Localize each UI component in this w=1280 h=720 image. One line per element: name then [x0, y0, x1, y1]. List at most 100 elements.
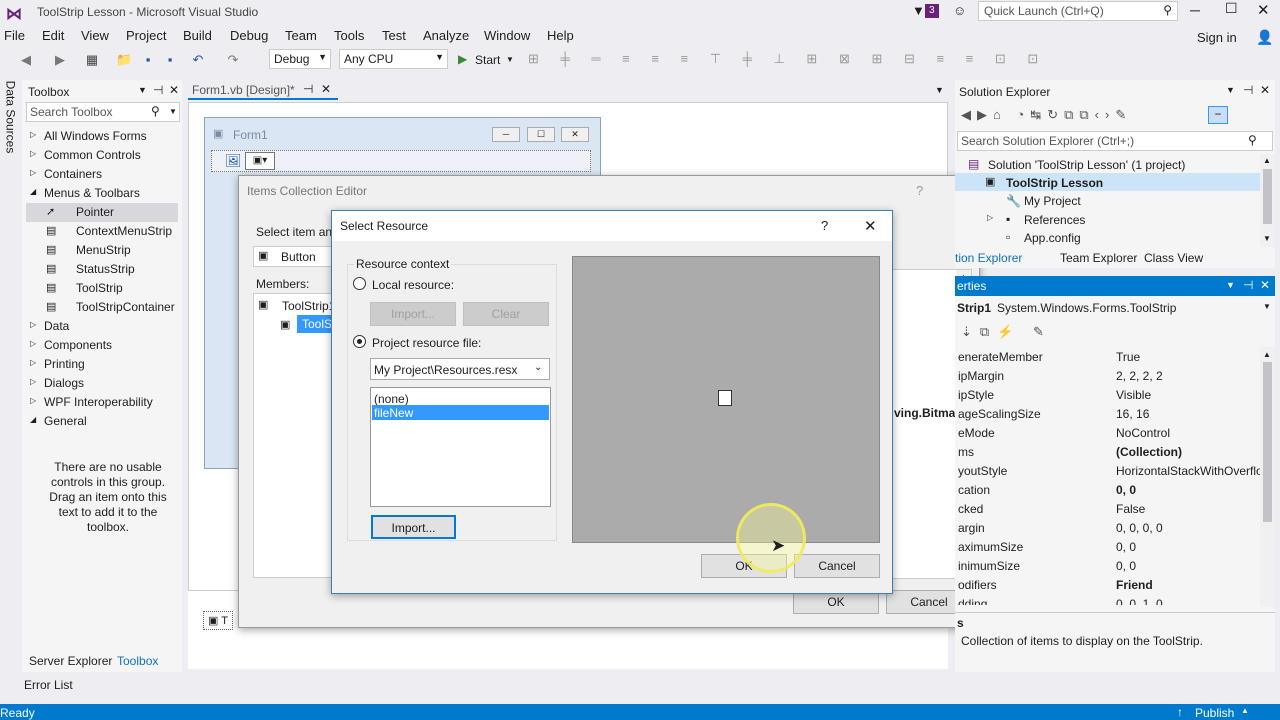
pin-icon[interactable]: ⊣ [1243, 278, 1253, 292]
notification-badge[interactable]: 3 [925, 4, 939, 18]
chevron-down-icon[interactable]: ▼ [1263, 302, 1271, 311]
toolbox-item-pointer[interactable]: ➚ Pointer [26, 203, 178, 222]
quick-launch-input[interactable]: Quick Launch (Ctrl+Q) ⚲ [978, 1, 1178, 21]
resx-dropdown[interactable]: My Project\Resources.resx ⌄ [370, 358, 550, 380]
filter-icon[interactable]: ▼ [912, 3, 925, 18]
save-all-icon[interactable]: ▪ [162, 52, 178, 68]
sr-help-button[interactable]: ? [821, 218, 828, 233]
toolbox-item-menus-toolbars[interactable]: ◢ Menus & Toolbars [26, 184, 178, 203]
ice-help-button[interactable]: ? [916, 183, 923, 198]
form-toolstrip[interactable]: 🖼 ▣▾ [211, 150, 591, 172]
project-node-row[interactable]: ▣ ToolStrip Lesson [955, 173, 1260, 191]
toolstrip-image-icon[interactable]: 🖼 [225, 153, 242, 169]
save-icon[interactable]: ▪ [140, 52, 156, 68]
toolbox-item-data[interactable]: ▷ Data [26, 317, 178, 336]
toolbox-item-general[interactable]: ◢ General [26, 412, 178, 431]
toolbox-item-statusstrip[interactable]: ▤ StatusStrip [26, 260, 178, 279]
chevron-down-icon[interactable]: ▼ [506, 55, 514, 64]
chevron-down-icon[interactable]: ▼ [935, 85, 944, 95]
chevron-down-icon[interactable]: ▼ [1226, 85, 1235, 95]
error-list-tab[interactable]: Error List [24, 678, 73, 692]
references-node[interactable]: References [1024, 213, 1085, 227]
solution-node[interactable]: Solution 'ToolStrip Lesson' (1 project) [988, 158, 1185, 172]
toolbox-item-toolstrip[interactable]: ▤ ToolStrip [26, 279, 178, 298]
toolbox-item-contextmenustrip[interactable]: ▤ ContextMenuStrip [26, 222, 178, 241]
toolbox-item-printing[interactable]: ▷ Printing [26, 355, 178, 374]
config-dropdown[interactable]: Debug ▼ [269, 49, 331, 69]
property-row[interactable]: youtStyle HorizontalStackWithOverflo [958, 461, 1264, 480]
scroll-thumb[interactable] [1263, 362, 1272, 522]
close-icon[interactable]: ✕ [1260, 83, 1270, 97]
toolbox-item-toolstripcontainer[interactable]: ▤ ToolStripContainer [26, 298, 178, 317]
solution-toolbar-icons[interactable]: ◀▶⌂ ◔↹↻⧉⧉‹›✎ [961, 107, 1132, 123]
property-value[interactable]: 16, 16 [1116, 407, 1260, 421]
chevron-up-icon[interactable]: ▲ [1241, 706, 1249, 715]
close-icon[interactable]: ✕ [169, 83, 179, 97]
pin-icon[interactable]: ⊣ [1243, 83, 1253, 97]
menu-debug[interactable]: Debug [230, 28, 268, 43]
menu-project[interactable]: Project [126, 28, 166, 43]
property-row[interactable]: ms (Collection) [958, 442, 1264, 461]
project-resource-radio[interactable] [353, 335, 366, 348]
menu-build[interactable]: Build [183, 28, 212, 43]
menu-edit[interactable]: Edit [42, 28, 64, 43]
property-row[interactable]: inimumSize 0, 0 [958, 556, 1264, 575]
forward-icon[interactable]: ▶ [52, 52, 68, 68]
property-value[interactable]: Friend [1116, 578, 1260, 592]
property-row[interactable]: ageScalingSize 16, 16 [958, 404, 1264, 423]
platform-dropdown[interactable]: Any CPU ▼ [339, 49, 448, 69]
ice-member-toolstrip[interactable]: ToolStrip1 [282, 299, 335, 313]
publish-button[interactable]: Publish [1195, 706, 1234, 720]
sr-cancel-button[interactable]: Cancel [794, 554, 880, 578]
property-value[interactable]: 0, 0, 1, 0 [1116, 597, 1260, 605]
property-value[interactable]: True [1116, 350, 1260, 364]
solution-search-input[interactable]: Search Solution Explorer (Ctrl+;) ⚲ [957, 131, 1273, 151]
tab-class-view[interactable]: Class View [1144, 251, 1203, 265]
menu-test[interactable]: Test [382, 28, 406, 43]
sr-close-button[interactable]: ✕ [864, 217, 877, 235]
property-row[interactable]: ipMargin 2, 2, 2, 2 [958, 366, 1264, 385]
toolbox-item-common-controls[interactable]: ▷ Common Controls [26, 146, 178, 165]
property-value[interactable]: HorizontalStackWithOverflo [1116, 464, 1260, 478]
open-icon[interactable]: 📁 [116, 52, 132, 68]
property-value[interactable]: 2, 2, 2, 2 [1116, 369, 1260, 383]
sign-in-link[interactable]: Sign in [1197, 30, 1237, 45]
toolbox-item-components[interactable]: ▷ Components [26, 336, 178, 355]
property-value[interactable]: NoControl [1116, 426, 1260, 440]
scroll-up-icon[interactable]: ▲ [1263, 156, 1271, 165]
close-icon[interactable]: ✕ [321, 82, 331, 96]
resource-item-selected[interactable]: fileNew [372, 405, 549, 420]
scroll-thumb[interactable] [1263, 169, 1272, 224]
properties-toolbar-icons[interactable]: ⇣⧉⚡ ✎ [961, 324, 1052, 340]
resource-item-none[interactable]: (none) [374, 392, 409, 406]
property-row[interactable]: cation 0, 0 [958, 480, 1264, 499]
chevron-down-icon[interactable]: ▼ [138, 85, 147, 95]
solution-scrollbar[interactable]: ▲ ▼ [1260, 154, 1275, 247]
property-value[interactable]: 0, 0 [1116, 559, 1260, 573]
tray-item[interactable]: ▣ T [203, 611, 233, 630]
maximize-button[interactable]: ☐ [1225, 0, 1238, 17]
tab-server-explorer[interactable]: Server Explorer [29, 654, 112, 668]
close-button[interactable]: ✕ [1257, 1, 1270, 19]
pin-icon[interactable]: ⊣ [153, 83, 163, 97]
menu-view[interactable]: View [81, 28, 109, 43]
data-sources-tab[interactable]: Data Sources [2, 80, 20, 160]
toolbox-item-wpf-interoperability[interactable]: ▷ WPF Interoperability [26, 393, 178, 412]
menu-tools[interactable]: Tools [334, 28, 364, 43]
property-value[interactable]: 0, 0, 0, 0 [1116, 521, 1260, 535]
toolbox-item-all-windows-forms[interactable]: ▷ All Windows Forms [26, 127, 178, 146]
toolbox-search-input[interactable]: Search Toolbox ⚲ ▼ [26, 102, 180, 122]
toolbox-item-dialogs[interactable]: ▷ Dialogs [26, 374, 178, 393]
document-tab[interactable]: Form1.vb [Design]* ⊣ ✕ [188, 80, 338, 100]
property-row[interactable]: ipStyle Visible [958, 385, 1264, 404]
property-value[interactable]: 0, 0 [1116, 483, 1260, 497]
chevron-down-icon[interactable]: ▼ [1226, 280, 1235, 290]
tab-team-explorer[interactable]: Team Explorer [1060, 251, 1137, 265]
property-row[interactable]: dding 0, 0, 1, 0 [958, 594, 1264, 605]
property-row[interactable]: eMode NoControl [958, 423, 1264, 442]
collapse-all-icon[interactable]: − [1208, 106, 1228, 124]
back-icon[interactable]: ◀ [18, 52, 34, 68]
menu-analyze[interactable]: Analyze [423, 28, 469, 43]
toolbox-item-menustrip[interactable]: ▤ MenuStrip [26, 241, 178, 260]
ice-select-combo[interactable]: ▣ Button [253, 246, 335, 267]
